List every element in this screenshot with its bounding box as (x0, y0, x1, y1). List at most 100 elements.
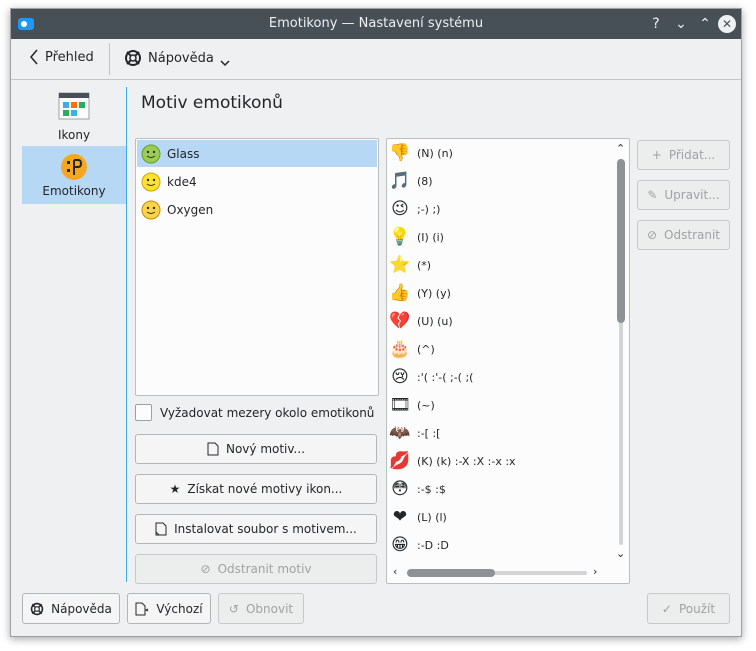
emoticon-row[interactable]: 💋 (K) (k) :-X :X :-x :x (389, 448, 516, 474)
emoticon-icon: 👍 (389, 283, 411, 303)
sidebar-item-emoticons[interactable]: Emotikony (22, 146, 126, 204)
emoticon-icon: ❤ (392, 507, 408, 527)
scroll-right-icon[interactable]: › (593, 565, 597, 578)
icons-category-icon (58, 92, 90, 120)
scrollbar-thumb[interactable] (617, 159, 625, 323)
emoticon-row[interactable]: 😉 ;-) ;) (389, 196, 440, 222)
new-document-icon (207, 442, 219, 456)
emoticon-list[interactable]: 👎 (N) (n) 🎵 (8) 😉 ;-) ;) 💡 (I) (i) ⭐ (*) 👍 (Y) (y) 💔… (386, 138, 630, 584)
list-item-label: Oxygen (167, 202, 214, 217)
scroll-down-icon[interactable]: ⌄ (616, 547, 625, 560)
emoticon-icon: 🎂 (389, 339, 411, 359)
install-theme-file-button[interactable]: Instalovat soubor s motivem... (135, 514, 377, 544)
close-icon[interactable]: ✕ (718, 15, 736, 33)
emoticon-row[interactable]: 😳:-$ :$ (389, 476, 446, 502)
emoticon-row[interactable]: ❤ (L) (l) (389, 504, 447, 530)
star-icon: ★ (169, 482, 181, 496)
emoticon-text: (Y) (y) (417, 286, 451, 300)
back-button[interactable]: Přehled (29, 49, 94, 65)
settings-window: Emotikony — Nastavení systému ? ⌄ ⌃ ✕ Př… (10, 8, 742, 637)
remove-emoticon-label: Odstranit (664, 228, 720, 242)
emoticon-icon: 🎵 (389, 171, 411, 191)
emoticon-row[interactable]: 👍 (Y) (y) (389, 280, 451, 306)
help-button[interactable]: Nápověda (22, 593, 120, 624)
require-spaces-checkbox[interactable] (135, 404, 152, 421)
add-emoticon-label: Přidat... (668, 148, 716, 162)
back-label: Přehled (45, 49, 94, 65)
sidebar-item-label: Emotikony (42, 184, 106, 198)
title-bar: Emotikony — Nastavení systému ? ⌄ ⌃ ✕ (11, 9, 741, 39)
add-emoticon-button[interactable]: + Přidat... (637, 140, 730, 170)
list-item-oxygen[interactable]: Oxygen (137, 196, 377, 223)
lifebuoy-icon (30, 602, 44, 615)
emoticon-text: :'( :'-( ;-( ;( (417, 370, 474, 384)
kde4-smiley-icon (141, 172, 161, 191)
chevron-left-icon (30, 49, 38, 65)
emoticon-row[interactable]: 🎂 (^) (389, 336, 434, 362)
toolbar-divider (109, 43, 110, 75)
get-new-themes-label: Získat nové motivy ikon... (187, 482, 343, 496)
remove-theme-button[interactable]: ⊘ Odstranit motiv (135, 554, 377, 584)
emoticon-text: (*) (417, 258, 432, 272)
emoticon-row[interactable]: 😁:-D :D (389, 532, 449, 558)
emoticon-text: :-[ :[ (417, 426, 441, 440)
install-theme-file-label: Instalovat soubor s motivem... (174, 522, 357, 536)
emoticon-row[interactable]: 💡 (I) (i) (389, 224, 444, 250)
emoticon-icon: 😢 (391, 367, 409, 387)
disabled-circle-icon: ⊘ (646, 228, 658, 242)
help-icon[interactable]: ? (647, 15, 665, 33)
lifebuoy-icon (125, 50, 141, 66)
defaults-button[interactable]: Výchozí (127, 593, 211, 624)
plus-icon: + (651, 148, 662, 162)
emoticon-icon: 💋 (389, 451, 411, 471)
install-document-icon (155, 522, 167, 536)
emoticon-text: (8) (417, 174, 433, 188)
emoticon-text: ;-) ;) (417, 202, 441, 216)
emoticon-row[interactable]: 👎 (N) (n) (389, 140, 452, 166)
category-sidebar: Ikony Emotikony (11, 80, 126, 590)
scroll-left-icon[interactable]: ‹ (393, 565, 397, 578)
scrollbar-thumb[interactable] (407, 569, 495, 577)
pencil-icon: ✎ (647, 188, 658, 202)
toolbar: Přehled Nápověda (11, 39, 741, 80)
minimize-icon[interactable]: ⌄ (672, 15, 690, 33)
emoticon-text: (U) (u) (417, 314, 453, 328)
new-theme-button[interactable]: Nový motiv... (135, 434, 377, 464)
oxygen-smiley-icon (141, 200, 161, 219)
edit-emoticon-label: Upravit... (664, 188, 720, 202)
emoticon-icon: 💡 (389, 227, 411, 247)
get-new-themes-button[interactable]: ★ Získat nové motivy ikon... (135, 474, 377, 504)
emoticon-icon: 🎞 (389, 395, 411, 415)
theme-list[interactable]: Glass kde4 Oxygen (135, 138, 379, 396)
emoticons-category-icon (61, 154, 87, 180)
maximize-icon[interactable]: ⌃ (696, 15, 714, 33)
chevron-down-icon (220, 60, 230, 67)
disabled-circle-icon: ⊘ (200, 562, 211, 576)
remove-theme-label: Odstranit motiv (217, 562, 312, 576)
sidebar-item-icons[interactable]: Ikony (22, 90, 126, 148)
horizontal-scrollbar[interactable]: ‹ › (393, 565, 603, 579)
emoticon-row[interactable]: 💔 (U) (u) (389, 308, 453, 334)
vertical-scrollbar[interactable]: ⌃ ⌄ (616, 142, 625, 560)
list-item-glass[interactable]: Glass (137, 140, 377, 167)
emoticon-text: (K) (k) :-X :X :-x :x (417, 454, 516, 468)
reset-button-label: Obnovit (245, 601, 294, 616)
document-revert-icon (135, 602, 149, 615)
scroll-up-icon[interactable]: ⌃ (616, 142, 625, 155)
new-theme-label: Nový motiv... (225, 442, 306, 456)
help-menu-button[interactable]: Nápověda (124, 49, 230, 67)
reset-button[interactable]: ↺ Obnovit (218, 593, 304, 624)
emoticon-row[interactable]: 🦇:-[ :[ (389, 420, 440, 446)
remove-emoticon-button[interactable]: ⊘ Odstranit (637, 220, 730, 250)
emoticon-row[interactable]: 😢 :'( :'-( ;-( ;( (389, 364, 473, 390)
require-spaces-checkbox-row[interactable]: Vyžadovat mezery okolo emotikonů (135, 404, 374, 421)
emoticon-row[interactable]: 🎵 (8) (389, 168, 433, 194)
edit-emoticon-button[interactable]: ✎ Upravit... (637, 180, 730, 210)
apply-button[interactable]: ✓ Použít (647, 593, 730, 624)
emoticon-row[interactable]: ⭐ (*) (389, 252, 431, 278)
glass-smiley-icon (141, 144, 161, 163)
list-item-kde4[interactable]: kde4 (137, 168, 377, 195)
sidebar-item-label: Ikony (57, 128, 91, 142)
emoticon-row[interactable]: 🎞 (~) (389, 392, 435, 418)
emoticon-text: :-$ :$ (417, 482, 446, 496)
